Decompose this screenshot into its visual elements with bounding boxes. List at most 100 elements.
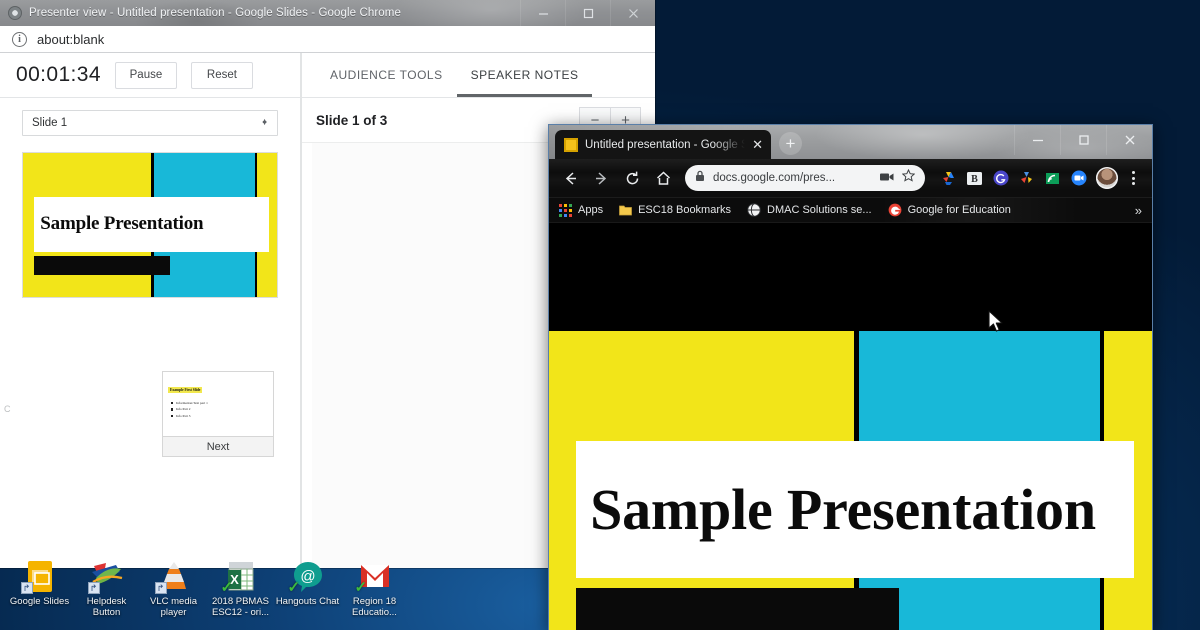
drive-icon[interactable] — [940, 170, 957, 187]
gmail-icon: ✓ — [354, 560, 392, 596]
list-item: Info Part 3 — [171, 413, 268, 419]
bookmarks-overflow-icon[interactable]: » — [1135, 203, 1142, 218]
maximize-button[interactable] — [1060, 125, 1106, 155]
close-button[interactable] — [1106, 125, 1152, 155]
chrome-menu-icon[interactable] — [1125, 171, 1141, 185]
desktop-icon-region18-gmail[interactable]: ✓ Region 18 Educatio... — [341, 560, 408, 618]
address-bar[interactable]: docs.google.com/pres... — [685, 165, 925, 191]
desktop-icon-pbmas-excel[interactable]: X ✓ 2018 PBMAS ESC12 - ori... — [207, 560, 274, 618]
bookmark-label: ESC18 Bookmarks — [638, 204, 732, 216]
next-slide-button[interactable]: Next — [162, 437, 274, 457]
slides-favicon-icon — [564, 137, 578, 152]
bookmarks-bar: Apps ESC18 Bookmarks DMAC Solutions se..… — [549, 198, 1152, 223]
google-slides-icon — [20, 560, 57, 594]
presenter-tabs: AUDIENCE TOOLS SPEAKER NOTES — [302, 53, 655, 98]
next-slide-bullets: Information/Text part 1 Info Part 2 Info… — [171, 400, 268, 419]
presentation-slide[interactable]: Sample Presentation — [549, 331, 1152, 630]
hangouts-at-icon: @ ✓ — [287, 560, 325, 596]
desktop-icon-vlc[interactable]: VLC media player — [140, 560, 207, 618]
svg-text:@: @ — [300, 568, 315, 585]
tab-close-icon[interactable]: ✕ — [752, 138, 763, 151]
tab-speaker-notes[interactable]: SPEAKER NOTES — [457, 53, 593, 97]
chrome-window-controls[interactable] — [1014, 125, 1152, 159]
excel-icon: X ✓ — [220, 560, 258, 596]
lock-icon — [695, 169, 705, 187]
slide-title-text: Sample Presentation — [590, 476, 1096, 542]
bookmark-label: Apps — [578, 204, 604, 216]
texas-helpdesk-icon — [87, 560, 124, 594]
desktop-icon-label: Helpdesk Button — [86, 596, 127, 619]
bookmark-google-for-education[interactable]: Google for Education — [888, 203, 1011, 217]
bookmark-label: DMAC Solutions se... — [767, 204, 872, 216]
meet-camera-icon[interactable] — [1070, 170, 1087, 187]
bookmark-esc18[interactable]: ESC18 Bookmarks — [619, 204, 731, 216]
desktop-icon-helpdesk-button[interactable]: Helpdesk Button — [73, 560, 140, 618]
browser-tab-title: Untitled presentation - Google S — [585, 138, 746, 151]
rss-icon[interactable] — [1044, 170, 1061, 187]
timer-bar: 00:01:34 Pause Reset — [0, 53, 300, 98]
slide-select[interactable]: Slide 1 ▲ ▼ — [22, 110, 278, 136]
presenter-window-titlebar[interactable]: Presenter view - Untitled presentation -… — [0, 0, 655, 26]
desktop-icon-hangouts-chat[interactable]: @ ✓ Hangouts Chat — [274, 560, 341, 607]
reset-button[interactable]: Reset — [190, 61, 253, 89]
extension-icons: B — [940, 170, 1087, 187]
desktop-icon-google-slides[interactable]: Google Slides — [6, 560, 73, 607]
bookmark-star-icon[interactable] — [901, 168, 916, 187]
desktop-icon-label: Google Slides — [9, 596, 70, 607]
bitly-icon[interactable]: B — [966, 170, 983, 187]
shortcut-overlay-icon — [154, 582, 167, 594]
bookmark-dmac[interactable]: DMAC Solutions se... — [747, 203, 872, 217]
profile-avatar[interactable] — [1096, 167, 1118, 189]
google-g-icon — [888, 203, 902, 217]
info-icon[interactable]: i — [12, 31, 27, 47]
new-tab-button[interactable]: + — [779, 132, 802, 155]
home-icon[interactable] — [650, 165, 676, 191]
desktop-icon-label: Region 18 Educatio... — [352, 596, 397, 619]
presenter-window-controls[interactable] — [520, 0, 655, 26]
pause-button[interactable]: Pause — [114, 61, 177, 89]
vlc-cone-icon — [154, 560, 191, 594]
browser-tab[interactable]: Untitled presentation - Google S ✕ — [555, 130, 771, 159]
forward-arrow-icon[interactable] — [588, 165, 614, 191]
video-camera-icon[interactable] — [880, 169, 894, 187]
tab-audience-tools[interactable]: AUDIENCE TOOLS — [316, 53, 457, 97]
check-overlay-icon: ✓ — [354, 579, 368, 596]
chrome-logo-icon — [8, 6, 22, 20]
presenter-left-panel: 00:01:34 Pause Reset Slide 1 ▲ ▼ Sample … — [0, 53, 300, 568]
slide-select-value: Slide 1 — [32, 117, 68, 129]
next-slide-area: Example First Slide Information/Text par… — [162, 371, 274, 457]
slide-title-band: Sample Presentation — [34, 196, 270, 252]
browser-viewport[interactable]: Sample Presentation — [549, 223, 1152, 630]
grammarly-icon[interactable] — [992, 170, 1009, 187]
notes-left-gutter — [302, 143, 312, 568]
slide-black-bar — [34, 255, 171, 276]
presenter-address-bar[interactable]: i about:blank — [0, 26, 655, 53]
apps-grid-icon — [559, 203, 572, 217]
minimize-button[interactable] — [520, 0, 565, 26]
current-slide-preview[interactable]: Sample Presentation — [22, 152, 278, 298]
chrome-toolbar: docs.google.com/pres... B — [549, 159, 1152, 198]
bookmark-apps[interactable]: Apps — [559, 203, 604, 217]
slide-select-wrapper: Slide 1 ▲ ▼ — [0, 98, 300, 144]
address-bar-url: docs.google.com/pres... — [713, 172, 836, 184]
reload-icon[interactable] — [619, 165, 645, 191]
desktop-icon-label: 2018 PBMAS ESC12 - ori... — [211, 596, 270, 619]
close-button[interactable] — [610, 0, 655, 26]
check-overlay-icon: ✓ — [220, 579, 234, 596]
bookmark-label: Google for Education — [907, 204, 1011, 216]
maximize-button[interactable] — [565, 0, 610, 26]
desktop-icon-label: VLC media player — [150, 596, 197, 619]
presentation-timer: 00:01:34 — [16, 63, 101, 86]
check-overlay-icon: ✓ — [287, 579, 301, 596]
spinner-arrows-icon[interactable]: ▲ ▼ — [261, 118, 268, 127]
drive-alt-icon[interactable] — [1018, 170, 1035, 187]
next-slide-thumbnail[interactable]: Example First Slide Information/Text par… — [162, 371, 274, 437]
minimize-button[interactable] — [1014, 125, 1060, 155]
slide-title-text: Sample Presentation — [40, 213, 204, 235]
presenter-url-text: about:blank — [37, 31, 105, 47]
slide-artwork: Sample Presentation — [23, 153, 277, 297]
back-arrow-icon[interactable] — [557, 165, 583, 191]
chrome-browser-window[interactable]: Untitled presentation - Google S ✕ + doc… — [548, 124, 1153, 630]
chrome-tabstrip[interactable]: Untitled presentation - Google S ✕ + — [549, 125, 1152, 159]
desktop-icon-label: Hangouts Chat — [275, 596, 340, 607]
